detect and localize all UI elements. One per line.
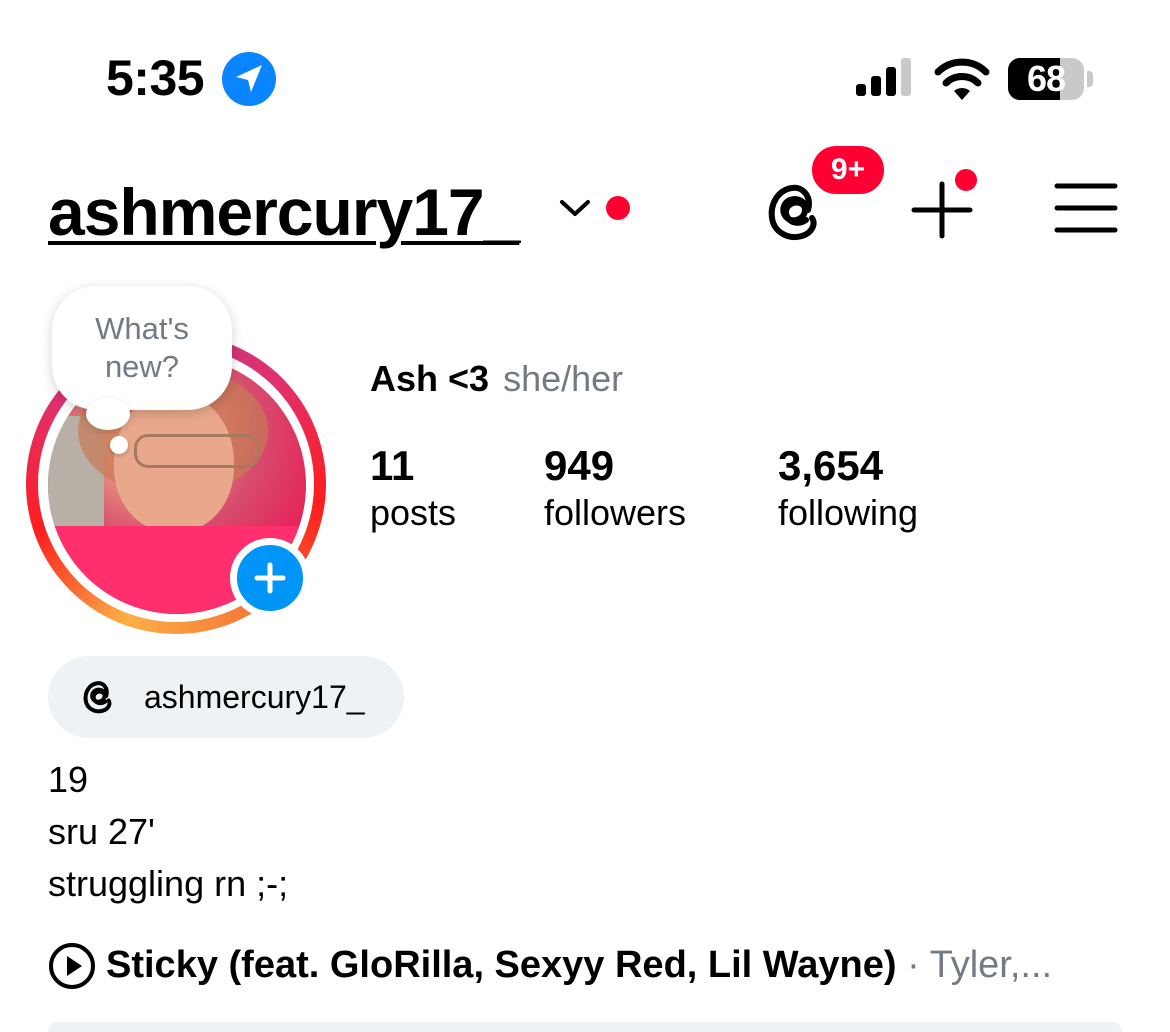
add-story-icon	[254, 562, 286, 594]
hamburger-menu-icon[interactable]	[1054, 182, 1118, 234]
song-title: Sticky (feat. GloRilla, Sexyy Red, Lil W…	[106, 944, 897, 986]
stat-followers[interactable]: 949 followers	[544, 442, 686, 536]
cellular-signal-icon	[856, 58, 911, 96]
stat-posts[interactable]: 11 posts	[370, 442, 456, 536]
stat-label: following	[778, 492, 919, 533]
display-name: Ash <3	[370, 358, 490, 399]
account-notification-dot	[606, 196, 630, 220]
whats-new-line1: What's	[95, 311, 189, 346]
play-icon[interactable]	[48, 942, 96, 990]
chevron-down-icon[interactable]	[558, 196, 592, 220]
stat-value: 11	[370, 442, 415, 489]
battery-indicator: 68	[1008, 58, 1094, 100]
battery-percent: 68	[1026, 58, 1066, 99]
create-notification-dot	[952, 166, 980, 194]
profile-bio: 19 sru 27' struggling rn ;-;	[48, 754, 288, 910]
stat-value: 949	[544, 442, 615, 489]
threads-icon	[83, 681, 112, 714]
pronouns: she/her	[503, 358, 624, 399]
profile-music[interactable]: Sticky (feat. GloRilla, Sexyy Red, Lil W…	[106, 940, 1106, 990]
song-artist: · Tyler,...	[907, 944, 1053, 986]
wifi-icon	[934, 58, 990, 100]
next-section-edge	[48, 1022, 1122, 1032]
threads-notification-badge: 9+	[808, 142, 888, 198]
profile-name-line: Ash <3 she/her	[370, 358, 623, 400]
stat-label: posts	[370, 492, 457, 533]
whats-new-line2: new?	[104, 349, 180, 384]
account-switcher-username[interactable]: ashmercury17_	[48, 172, 520, 252]
bio-line: 19	[48, 759, 89, 800]
whats-new-bubble[interactable]: What's new?	[52, 286, 232, 410]
threads-handle: ashmercury17_	[144, 679, 365, 715]
bio-line: struggling rn ;-;	[48, 863, 289, 904]
bio-line: sru 27'	[48, 811, 155, 852]
stat-following[interactable]: 3,654 following	[778, 442, 918, 536]
location-arrow-icon	[222, 52, 276, 106]
stat-label: followers	[544, 492, 687, 533]
status-time: 5:35	[106, 50, 205, 106]
stat-value: 3,654	[778, 442, 884, 489]
